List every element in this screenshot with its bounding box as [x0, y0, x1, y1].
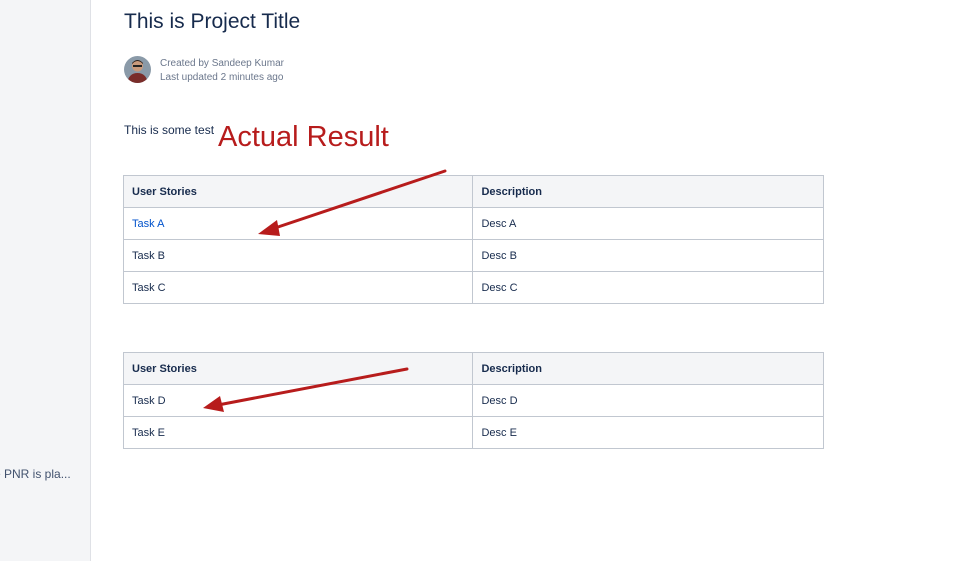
task-cell: Task D [122, 384, 474, 417]
task-cell: Task C [122, 271, 474, 304]
sidebar-item[interactable]: e PNR is pla... [0, 467, 71, 481]
sidebar: e PNR is pla... [0, 0, 91, 561]
table-row: Task D Desc D [122, 384, 824, 417]
annotation-label: Actual Result [218, 121, 389, 153]
table-row: Task C Desc C [122, 271, 824, 304]
description-cell: Desc E [472, 416, 824, 449]
description-cell: Desc A [472, 207, 824, 240]
task-cell: Task E [122, 416, 474, 449]
byline: Created by Sandeep Kumar Last updated 2 … [160, 57, 284, 85]
table-row: Task E Desc E [122, 416, 824, 449]
description-cell: Desc D [472, 384, 824, 417]
page-title: This is Project Title [124, 10, 301, 33]
column-header: User Stories [122, 352, 474, 385]
column-header: Description [472, 352, 824, 385]
body-text: This is some test [124, 123, 215, 137]
description-cell: Desc C [472, 271, 824, 304]
avatar[interactable] [124, 56, 151, 83]
user-stories-table-2: User Stories Description Task D Desc D T… [122, 352, 824, 449]
task-link[interactable]: Task A [122, 207, 474, 240]
table-header-row: User Stories Description [122, 352, 824, 385]
last-updated[interactable]: Last updated 2 minutes ago [160, 71, 284, 85]
column-header: User Stories [122, 175, 474, 208]
created-by: Created by Sandeep Kumar [160, 58, 284, 69]
table-header-row: User Stories Description [122, 175, 824, 208]
description-cell: Desc B [472, 239, 824, 272]
table-row: Task A Desc A [122, 207, 824, 240]
task-cell: Task B [122, 239, 474, 272]
column-header: Description [472, 175, 824, 208]
table-row: Task B Desc B [122, 239, 824, 272]
user-stories-table-1: User Stories Description Task A Desc A T… [122, 175, 824, 304]
